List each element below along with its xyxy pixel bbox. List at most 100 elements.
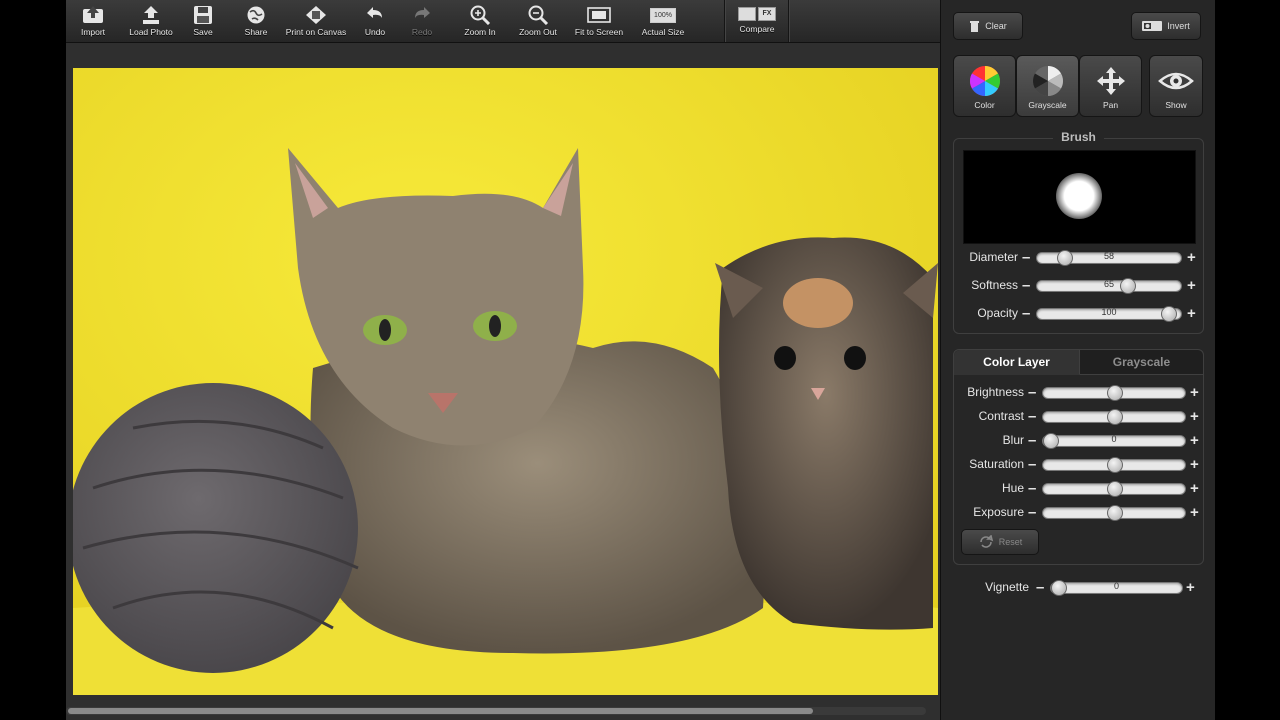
exposure-increase-button[interactable]: +: [1190, 503, 1199, 523]
canvas-area[interactable]: [66, 43, 940, 720]
opacity-increase-button[interactable]: +: [1187, 304, 1196, 324]
tab-grayscale[interactable]: Grayscale: [1080, 350, 1203, 375]
undo-button[interactable]: Undo: [358, 0, 392, 42]
exposure-slider-row: Exposure – 50 +: [954, 503, 1206, 523]
brightness-decrease-button[interactable]: –: [1028, 383, 1036, 403]
save-disk-icon: [194, 6, 212, 24]
grayscale-wheel-icon: [1032, 66, 1063, 96]
vignette-slider-knob[interactable]: [1051, 580, 1067, 596]
hue-decrease-button[interactable]: –: [1028, 479, 1036, 499]
hue-slider[interactable]: 50: [1042, 481, 1186, 497]
blur-slider-knob[interactable]: [1043, 433, 1059, 449]
diameter-decrease-button[interactable]: –: [1022, 248, 1030, 268]
vignette-decrease-button[interactable]: –: [1036, 578, 1044, 598]
vignette-label: Vignette: [985, 580, 1029, 594]
opacity-decrease-button[interactable]: –: [1022, 304, 1030, 324]
contrast-slider[interactable]: 50: [1042, 409, 1186, 425]
diameter-slider-row: Diameter – 58 +: [954, 248, 1206, 268]
refresh-icon: [979, 535, 993, 548]
vignette-slider[interactable]: 0: [1050, 580, 1183, 596]
save-label: Save: [193, 27, 213, 37]
exposure-slider[interactable]: 50: [1042, 505, 1186, 521]
opacity-label: Opacity: [977, 306, 1018, 320]
redo-button[interactable]: Redo: [405, 0, 439, 42]
window-margin: [1215, 0, 1280, 720]
clear-label: Clear: [985, 21, 1007, 31]
save-button[interactable]: Save: [186, 0, 220, 42]
brightness-slider[interactable]: 50: [1042, 385, 1186, 401]
fit-to-screen-button[interactable]: Fit to Screen: [570, 0, 628, 42]
fit-to-screen-label: Fit to Screen: [574, 27, 624, 37]
contrast-decrease-button[interactable]: –: [1028, 407, 1036, 427]
saturation-slider-knob[interactable]: [1107, 457, 1123, 473]
pan-arrows-icon: [1096, 67, 1125, 95]
load-photo-button[interactable]: Load Photo: [124, 0, 178, 42]
photo-canvas[interactable]: [73, 68, 938, 695]
zoom-out-button[interactable]: Zoom Out: [514, 0, 562, 42]
import-button[interactable]: Import: [70, 0, 116, 42]
clear-button[interactable]: Clear: [953, 12, 1023, 40]
exposure-decrease-button[interactable]: –: [1028, 503, 1036, 523]
opacity-slider-knob[interactable]: [1161, 306, 1177, 322]
import-label: Import: [80, 27, 106, 37]
brush-section: Brush Diameter – 58 + Softness – 65 + Op…: [953, 130, 1206, 334]
opacity-slider[interactable]: 100: [1036, 306, 1182, 322]
brightness-slider-knob[interactable]: [1107, 385, 1123, 401]
contrast-slider-knob[interactable]: [1107, 409, 1123, 425]
show-button[interactable]: Show: [1149, 55, 1203, 117]
saturation-label: Saturation: [969, 457, 1024, 471]
zoom-out-label: Zoom Out: [519, 27, 557, 37]
blur-label: Blur: [1002, 433, 1024, 447]
scrollbar-thumb[interactable]: [68, 708, 813, 714]
vignette-increase-button[interactable]: +: [1186, 578, 1195, 598]
photo-editor-window: Import Load Photo Save Share Print on Ca…: [0, 0, 1280, 720]
hue-slider-knob[interactable]: [1107, 481, 1123, 497]
show-label: Show: [1165, 100, 1187, 110]
brightness-increase-button[interactable]: +: [1190, 383, 1199, 403]
diameter-slider[interactable]: 58: [1036, 250, 1182, 266]
horizontal-scrollbar[interactable]: [66, 707, 926, 715]
brush-title: Brush: [954, 130, 1203, 144]
saturation-decrease-button[interactable]: –: [1028, 455, 1036, 475]
hue-label: Hue: [1001, 481, 1024, 495]
saturation-increase-button[interactable]: +: [1190, 455, 1199, 475]
hue-slider-row: Hue – 50 +: [954, 479, 1206, 499]
compare-button[interactable]: FX Compare: [730, 0, 784, 42]
invert-button[interactable]: Invert: [1131, 12, 1201, 40]
zoom-in-label: Zoom In: [464, 27, 496, 37]
saturation-slider-row: Saturation – 50 +: [954, 455, 1206, 475]
pan-mode-button[interactable]: Pan: [1079, 55, 1142, 117]
blur-increase-button[interactable]: +: [1190, 431, 1199, 451]
reset-label: Reset: [998, 537, 1023, 547]
diameter-slider-knob[interactable]: [1057, 250, 1073, 266]
grayscale-mode-button[interactable]: Grayscale: [1016, 55, 1079, 117]
diameter-increase-button[interactable]: +: [1187, 248, 1196, 268]
blur-slider-row: Blur – 0 +: [954, 431, 1206, 451]
grayscale-mode-label: Grayscale: [1028, 100, 1067, 110]
softness-decrease-button[interactable]: –: [1022, 276, 1030, 296]
contrast-increase-button[interactable]: +: [1190, 407, 1199, 427]
toolbar-divider: [788, 0, 790, 42]
load-photo-label: Load Photo: [129, 27, 173, 37]
cats-photo-image: [73, 68, 938, 695]
tab-color-layer[interactable]: Color Layer: [954, 350, 1080, 375]
brush-dot: [1056, 173, 1102, 219]
reset-button[interactable]: Reset: [961, 529, 1039, 555]
softness-slider-knob[interactable]: [1120, 278, 1136, 294]
hue-increase-button[interactable]: +: [1190, 479, 1199, 499]
exposure-slider-knob[interactable]: [1107, 505, 1123, 521]
softness-increase-button[interactable]: +: [1187, 276, 1196, 296]
share-button[interactable]: Share: [238, 0, 274, 42]
zoom-in-button[interactable]: Zoom In: [458, 0, 502, 42]
blur-decrease-button[interactable]: –: [1028, 431, 1036, 451]
saturation-slider[interactable]: 50: [1042, 457, 1186, 473]
print-on-canvas-button[interactable]: Print on Canvas: [284, 0, 348, 42]
blur-slider[interactable]: 0: [1042, 433, 1186, 449]
invert-label: Invert: [1167, 21, 1190, 31]
invert-icon: [1142, 21, 1163, 31]
contrast-slider-row: Contrast – 50 +: [954, 407, 1206, 427]
color-mode-button[interactable]: Color: [953, 55, 1016, 117]
actual-size-button[interactable]: 100% Actual Size: [638, 0, 688, 42]
softness-slider[interactable]: 65: [1036, 278, 1182, 294]
color-mode-label: Color: [974, 100, 995, 110]
